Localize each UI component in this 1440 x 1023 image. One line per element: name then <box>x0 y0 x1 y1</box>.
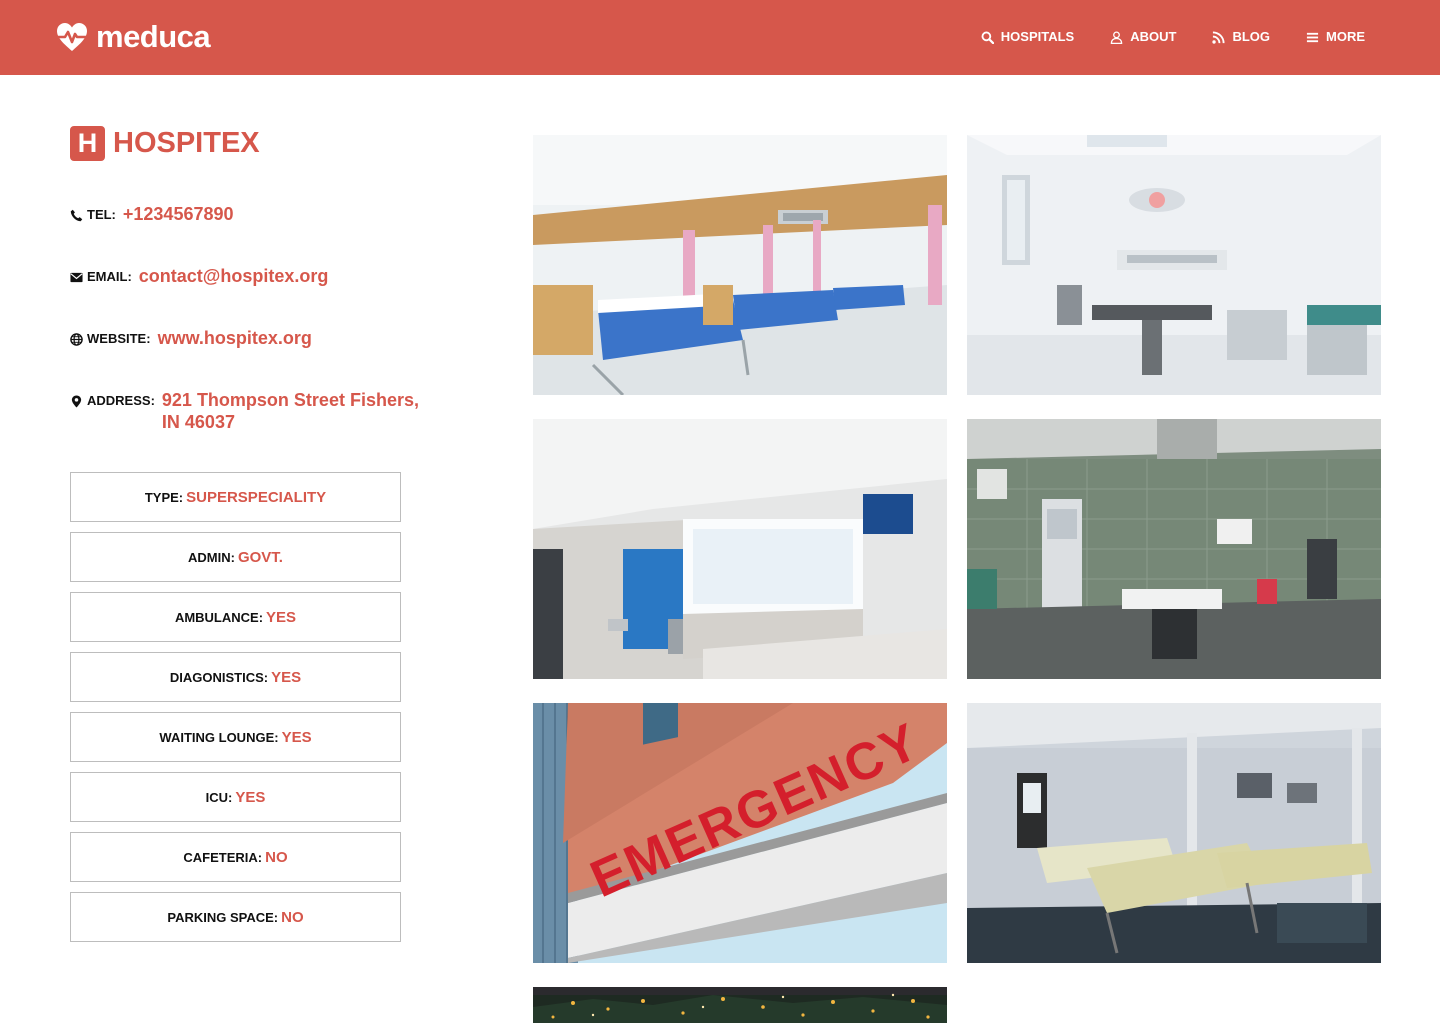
feature-label: AMBULANCE: <box>174 609 264 625</box>
feature-value: YES <box>235 788 266 806</box>
website-link[interactable]: www.hospitex.org <box>158 327 312 349</box>
feature-value: YES <box>281 728 312 746</box>
nav-more-label: MORE <box>1326 29 1365 44</box>
gallery-photo-emergency[interactable]: EMERGENCY <box>533 703 947 963</box>
nav-hospitals-label: HOSPITALS <box>1000 29 1075 44</box>
feature-value: YES <box>271 668 302 686</box>
gallery-photo-ward[interactable] <box>533 135 947 395</box>
hospital-title: H HOSPITEX <box>70 125 470 161</box>
gallery-photo-surgery-suite[interactable] <box>967 419 1381 679</box>
feature-type: TYPE: SUPERSPECIALITY <box>70 472 401 522</box>
feature-label: PARKING SPACE: <box>167 909 279 925</box>
feature-label: ICU: <box>205 789 233 805</box>
address-row: ADDRESS: 921 Thompson Street Fishers, IN… <box>70 389 470 433</box>
email-link[interactable]: contact@hospitex.org <box>139 265 329 287</box>
feature-cafeteria: CAFETERIA: NO <box>70 832 401 882</box>
envelope-icon <box>70 272 83 283</box>
nav-blog[interactable]: BLOG <box>1212 28 1270 46</box>
search-icon <box>981 31 994 44</box>
feature-label: ADMIN: <box>188 549 235 565</box>
feature-label: DIAGONISTICS: <box>169 669 269 685</box>
nav-about[interactable]: ABOUT <box>1110 28 1176 46</box>
gallery-photo-reception[interactable] <box>533 419 947 679</box>
feature-admin: ADMIN: GOVT. <box>70 532 401 582</box>
globe-icon <box>70 333 83 346</box>
gallery-photo-city-night[interactable] <box>533 987 947 1023</box>
nav-about-label: ABOUT <box>1130 29 1177 44</box>
brand-name: meduca <box>96 19 211 54</box>
hospital-icon: H <box>70 125 105 161</box>
nav-hospitals[interactable]: HOSPITALS <box>981 28 1074 46</box>
main-nav: HOSPITALS ABOUT BLOG MORE <box>945 28 1365 46</box>
tel-row: TEL: +1234567890 <box>70 203 470 225</box>
website-row: WEBSITE: www.hospitex.org <box>70 327 470 349</box>
email-row: EMAIL: contact@hospitex.org <box>70 265 470 287</box>
menu-icon <box>1306 32 1319 42</box>
map-marker-icon <box>71 395 82 408</box>
feature-label: CAFETERIA: <box>183 849 263 865</box>
website-label: WEBSITE: <box>87 331 151 346</box>
brand-logo-link[interactable]: meduca <box>55 19 211 54</box>
feature-value: YES <box>266 608 297 626</box>
hospital-details: H HOSPITEX TEL: +1234567890 EMAIL: conta… <box>70 125 470 942</box>
nav-blog-label: BLOG <box>1232 29 1270 44</box>
feature-label: WAITING LOUNGE: <box>159 729 279 745</box>
heartbeat-icon <box>57 23 87 51</box>
hospital-icon-letter: H <box>77 127 98 158</box>
hospital-name: HOSPITEX <box>113 127 260 159</box>
feature-label: TYPE: <box>144 489 184 505</box>
feature-ambulance: AMBULANCE: YES <box>70 592 401 642</box>
feature-icu: ICU: YES <box>70 772 401 822</box>
address-value: 921 Thompson Street Fishers, IN 46037 <box>161 390 419 432</box>
feature-value: NO <box>265 848 288 866</box>
feature-value: GOVT. <box>237 548 283 566</box>
feature-diagonistics: DIAGONISTICS: YES <box>70 652 401 702</box>
email-label: EMAIL: <box>87 269 132 284</box>
gallery-photo-operating-room[interactable] <box>967 135 1381 395</box>
navbar: meduca HOSPITALS ABOUT BLOG MORE <box>0 0 1440 75</box>
rss-icon <box>1212 30 1225 44</box>
tel-label: TEL: <box>87 207 116 222</box>
nav-more[interactable]: MORE <box>1306 28 1365 46</box>
feature-parking-space: PARKING SPACE: NO <box>70 892 401 942</box>
feature-value: SUPERSPECIALITY <box>186 488 327 506</box>
user-icon <box>1110 30 1123 44</box>
phone-icon <box>70 209 83 222</box>
tel-link[interactable]: +1234567890 <box>123 203 234 225</box>
feature-value: NO <box>281 908 304 926</box>
feature-waiting-lounge: WAITING LOUNGE: YES <box>70 712 401 762</box>
address-label: ADDRESS: <box>87 393 155 408</box>
gallery-photo-old-ward[interactable] <box>967 703 1381 963</box>
